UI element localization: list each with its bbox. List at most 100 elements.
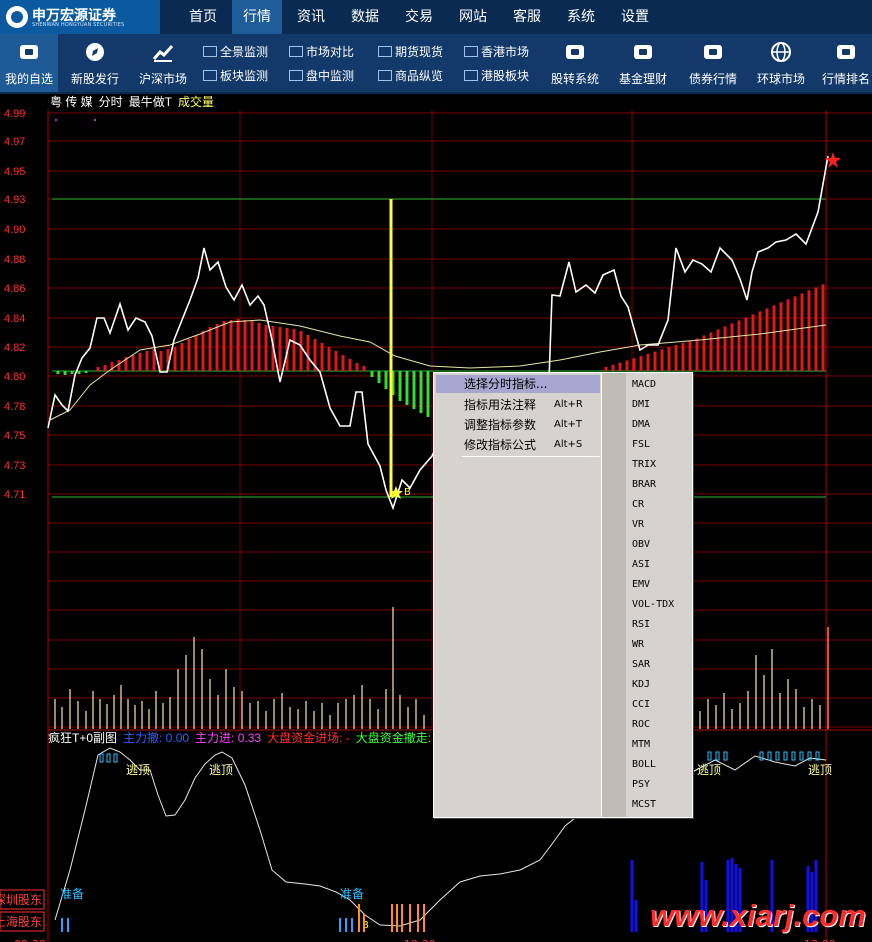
- toolbar-button-label: 新股发行: [70, 72, 119, 86]
- price-axis-label: 4.93: [4, 194, 25, 206]
- toolbar-link-label: 市场对比: [306, 45, 355, 59]
- toolbar-link-1-0[interactable]: 市场对比: [289, 42, 354, 62]
- price-axis-label: 4.80: [4, 371, 25, 383]
- price-axis-label: 4.99: [4, 108, 25, 120]
- price-axis-label: 4.86: [4, 283, 25, 295]
- indicator-option[interactable]: VOL-TDX: [632, 595, 674, 615]
- logo-subtitle: SHENWAN HONGYUAN SECURITIES: [32, 22, 125, 28]
- indicator-option[interactable]: WR: [632, 635, 644, 655]
- top-nav-bar: 申万宏源证券 SHENWAN HONGYUAN SECURITIES 首页 行情资…: [0, 0, 872, 34]
- signal-marker: [723, 751, 728, 761]
- indicator-option[interactable]: MTM: [632, 735, 650, 755]
- indicator-option[interactable]: RSI: [632, 615, 650, 635]
- topnav-item-5[interactable]: 网站: [448, 0, 498, 34]
- indicator-option[interactable]: PSY: [632, 775, 650, 795]
- monitor-icon: [464, 46, 478, 57]
- toolbar-button-2[interactable]: 沪深市场: [134, 34, 192, 92]
- monitor-icon: [378, 70, 392, 81]
- menu-item-adjust-params[interactable]: 调整指标参数: [464, 415, 536, 435]
- topnav-item-2[interactable]: 资讯: [286, 0, 336, 34]
- subheader-f2_label: 主力进: 0.33: [195, 731, 261, 745]
- toolbar-button-1[interactable]: 新股发行: [66, 34, 124, 92]
- header-stock: 粤 传 媒: [50, 94, 93, 109]
- indicator-option[interactable]: CR: [632, 495, 644, 515]
- subheader-f4_label: 大盘资金撤走: -: [356, 730, 439, 745]
- brand-logo: 申万宏源证券 SHENWAN HONGYUAN SECURITIES: [0, 0, 160, 34]
- toolbar-link-1-1[interactable]: 盘中监测: [289, 66, 354, 86]
- toolbar-button-5[interactable]: 债券行情: [683, 34, 743, 92]
- price-axis-label: 4.88: [4, 254, 25, 266]
- monitor-icon: [289, 46, 303, 57]
- indicator-option[interactable]: DMA: [632, 415, 650, 435]
- toolbar-link-0-0[interactable]: 全景监测: [203, 42, 268, 62]
- menu-shortcut-formula: Alt+S: [554, 439, 583, 450]
- menu-shortcut-params: Alt+T: [554, 419, 583, 430]
- indicator-option[interactable]: VR: [632, 515, 644, 535]
- toolbar-link-2-1[interactable]: 商品纵览: [378, 66, 443, 86]
- indicator-option[interactable]: ROC: [632, 715, 650, 735]
- toolbar-link-label: 全景监测: [220, 45, 269, 59]
- topnav-item-8[interactable]: 设置: [610, 0, 660, 34]
- price-axis-label: 4.90: [4, 224, 25, 236]
- toolbar-button-7[interactable]: 行情排名: [818, 34, 872, 92]
- toolbar-link-3-0[interactable]: 香港市场: [464, 42, 529, 62]
- indicator-option[interactable]: EMV: [632, 575, 650, 595]
- indicator-option[interactable]: BOLL: [632, 755, 656, 775]
- indicator-option[interactable]: TRIX: [632, 455, 656, 475]
- indicator-option[interactable]: SAR: [632, 655, 650, 675]
- toolbar-link-2-0[interactable]: 期货现货: [378, 42, 443, 62]
- indicator-option[interactable]: KDJ: [632, 675, 650, 695]
- signal-marker: [799, 751, 804, 761]
- signal-marker: [767, 751, 772, 761]
- price-axis-label: 4.82: [4, 342, 25, 354]
- toolbar-button-0[interactable]: 我的自选: [0, 34, 58, 92]
- indicator-option[interactable]: BRAR: [632, 475, 656, 495]
- indicator-option[interactable]: MCST: [632, 795, 656, 815]
- indicator-option[interactable]: FSL: [632, 435, 650, 455]
- toolbar-button-6[interactable]: 环球市场: [751, 34, 811, 92]
- indicator-option[interactable]: CCI: [632, 695, 650, 715]
- toolbar-button-label: 我的自选: [4, 72, 53, 86]
- signal-marker: [775, 751, 780, 761]
- money-icon: [632, 42, 654, 62]
- logo-icon: [6, 6, 28, 28]
- signal-marker: [99, 753, 104, 763]
- header-volume: 成交量: [178, 94, 214, 109]
- ranking-icon: [835, 42, 857, 62]
- topnav-item-1[interactable]: 行情: [232, 0, 282, 34]
- marker-dot: [94, 119, 96, 121]
- menu-item-edit-formula[interactable]: 修改指标公式: [464, 435, 536, 455]
- menu-item-select-indicator[interactable]: 选择分时指标...: [464, 374, 547, 394]
- submenu-gutter: [602, 373, 626, 817]
- toolbar-link-label: 盘中监测: [306, 69, 355, 83]
- price-axis-label: 4.73: [4, 460, 25, 472]
- toolbar-link-label: 期货现货: [395, 45, 444, 59]
- indicator-option[interactable]: OBV: [632, 535, 650, 555]
- toolbar-link-0-1[interactable]: 板块监测: [203, 66, 268, 86]
- toolbar-link-3-1[interactable]: 港股板块: [464, 66, 529, 86]
- marker-dot: [55, 119, 57, 121]
- topnav-item-7[interactable]: 系统: [556, 0, 606, 34]
- topnav-item-0[interactable]: 首页: [178, 0, 228, 34]
- site-watermark: www.xiarj.com: [650, 898, 866, 933]
- toolbar-button-label: 基金理财: [618, 72, 667, 86]
- chart-up-icon: [152, 42, 174, 62]
- signal-marker: [106, 753, 111, 763]
- indicator-option[interactable]: DMI: [632, 395, 650, 415]
- topnav-item-3[interactable]: 数据: [340, 0, 390, 34]
- topnav-item-4[interactable]: 交易: [394, 0, 444, 34]
- escape-top-label: 逃顶: [126, 763, 150, 777]
- indicator-option[interactable]: ASI: [632, 555, 650, 575]
- indicator-option[interactable]: MACD: [632, 375, 656, 395]
- monitor-icon: [464, 70, 478, 81]
- toolbar-button-3[interactable]: 股转系统: [545, 34, 605, 92]
- topnav-item-6[interactable]: 客服: [502, 0, 552, 34]
- toolbar-button-4[interactable]: 基金理财: [613, 34, 673, 92]
- signal-marker: [707, 751, 712, 761]
- menu-item-indicator-usage[interactable]: 指标用法注释: [464, 395, 536, 415]
- time-axis-label: 13:00: [804, 938, 836, 942]
- escape-top-label: 逃顶: [808, 763, 832, 777]
- globe-icon: [770, 42, 792, 62]
- time-axis-label: 09:30: [14, 938, 46, 942]
- buy-signal-label: B: [404, 487, 411, 498]
